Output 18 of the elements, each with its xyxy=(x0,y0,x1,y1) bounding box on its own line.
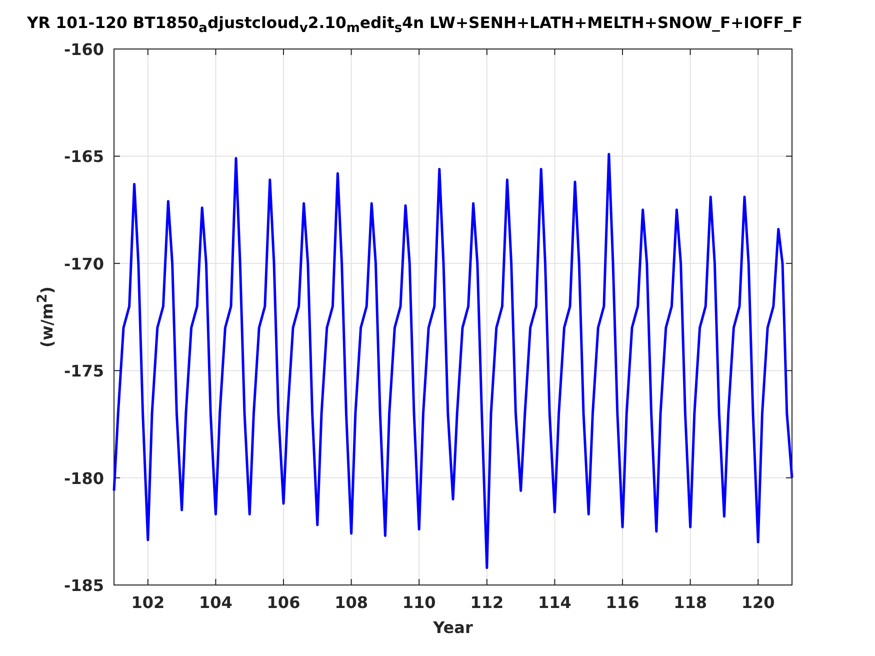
x-tick-label: 110 xyxy=(402,593,436,612)
y-tick-label: -185 xyxy=(64,576,104,595)
y-tick-label: -165 xyxy=(64,147,104,166)
x-tick-label: 106 xyxy=(266,593,300,612)
x-tick-label: 114 xyxy=(538,593,572,612)
chart-title: YR 101-120 BT1850$_{a}$djustcloud$_{v}$2.10$_{m}$edit$_{s}$4n LW+SENH+LATH+MELTH+SNOW_F+IOFF_F xyxy=(27,14,802,36)
x-tick-label: 120 xyxy=(741,593,775,612)
y-tick-label: -175 xyxy=(64,362,104,381)
y-tick-label: -160 xyxy=(64,40,104,59)
x-axis-label: Year xyxy=(433,618,473,637)
x-tick-label: 102 xyxy=(131,593,165,612)
x-tick-label: 104 xyxy=(199,593,232,612)
x-tick-label: 108 xyxy=(334,593,368,612)
x-tick-label: 118 xyxy=(674,593,707,612)
x-tick-label: 116 xyxy=(606,593,640,612)
y-tick-label: -180 xyxy=(64,468,104,488)
x-tick-label: 112 xyxy=(470,593,504,612)
y-tick-label: -170 xyxy=(64,254,104,274)
